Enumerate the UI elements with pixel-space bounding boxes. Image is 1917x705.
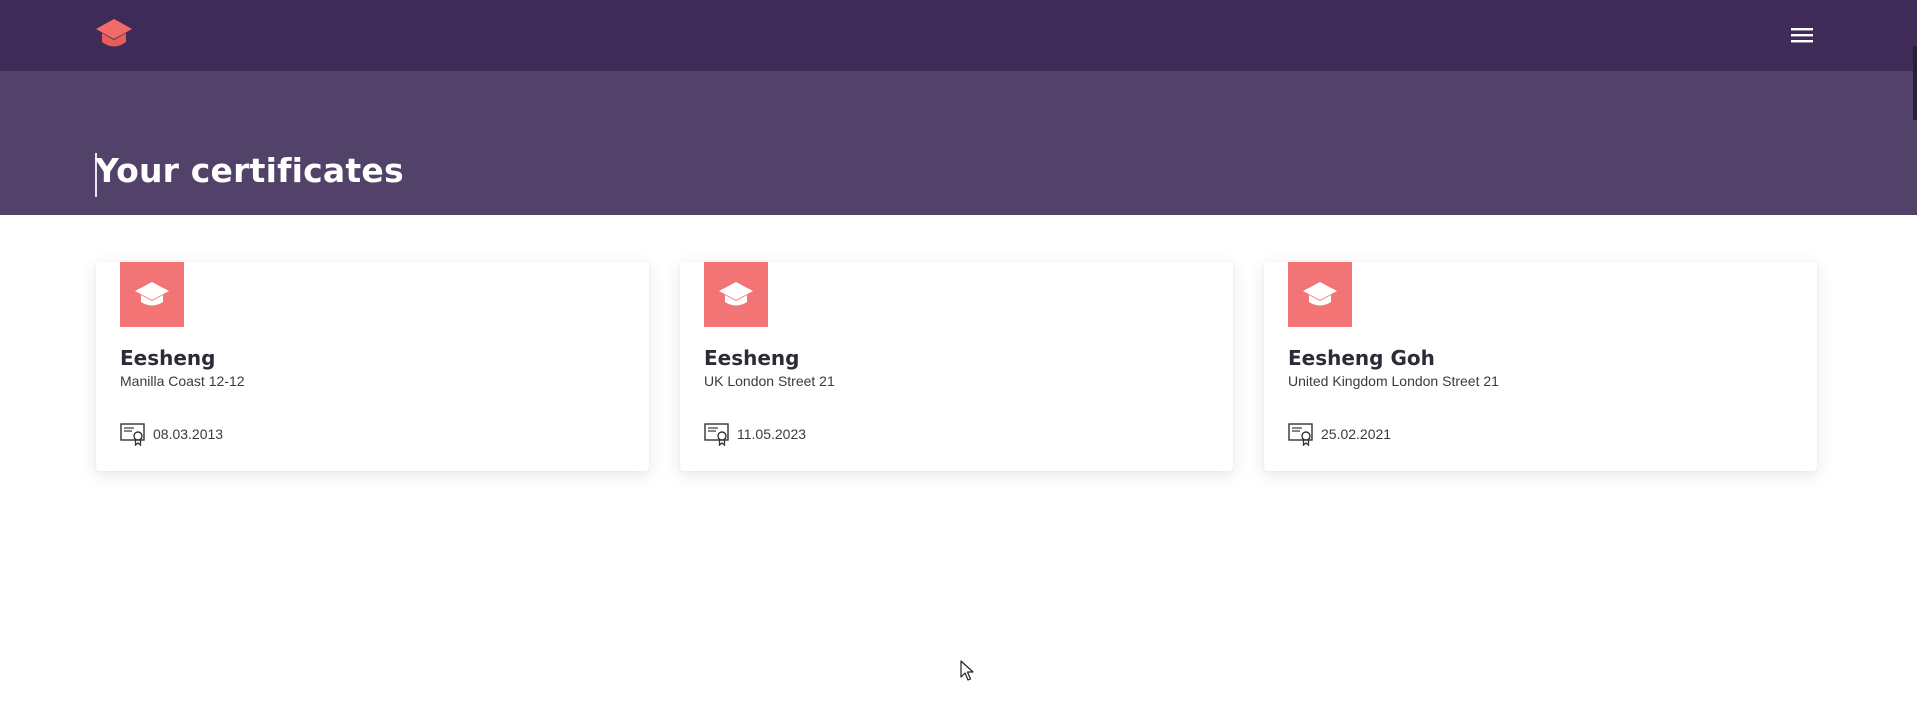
certificate-badge [1288,262,1352,327]
certificate-holder-name: Eesheng [704,346,800,370]
certificate-date-row: 25.02.2021 [1288,422,1391,446]
scrollbar-thumb[interactable] [1913,46,1917,120]
graduation-cap-icon [1303,281,1337,305]
certificate-date: 11.05.2023 [737,426,807,442]
page-title: Your certificates [95,151,404,190]
certificate-holder-name: Eesheng [120,346,216,370]
certificate-badge [704,262,768,327]
certificate-icon [120,423,145,446]
certificate-address: Manilla Coast 12-12 [120,373,245,389]
certificate-holder-name: Eesheng Goh [1288,346,1435,370]
certificate-address: UK London Street 21 [704,373,835,389]
certificate-date-row: 08.03.2013 [120,422,223,446]
mouse-cursor-icon [960,660,974,681]
top-navbar [0,0,1917,71]
certificate-icon [704,423,729,446]
graduation-cap-icon[interactable] [95,18,133,52]
hamburger-menu-icon[interactable] [1789,24,1815,46]
certificate-card[interactable]: Eesheng Goh United Kingdom London Street… [1264,262,1817,471]
graduation-cap-icon [719,281,753,305]
graduation-cap-icon [135,281,169,305]
certificate-card[interactable]: Eesheng UK London Street 21 11.05.2023 [680,262,1233,471]
page-hero: Your certificates [0,71,1917,215]
certificate-date-row: 11.05.2023 [704,422,806,446]
certificate-badge [120,262,184,327]
certificate-address: United Kingdom London Street 21 [1288,373,1499,389]
certificate-date: 08.03.2013 [153,426,224,442]
certificate-icon [1288,423,1313,446]
certificate-card[interactable]: Eesheng Manilla Coast 12-12 08.03.2013 [96,262,649,471]
certificate-date: 25.02.2021 [1321,426,1392,442]
